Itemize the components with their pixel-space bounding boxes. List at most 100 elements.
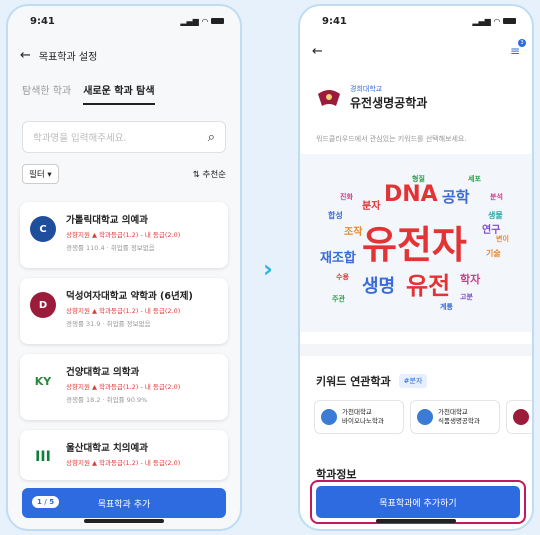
filter-row: 필터 ▾ ⇅ 추천순 [22, 164, 226, 184]
department-card[interactable]: KY 건양대학교 의학과 상향지원 ▲ 학과등급(1.2) - 내 등급(2.0… [20, 354, 228, 420]
wifi-icon: ◠ [493, 16, 500, 26]
competition-info: 경쟁률 31.9 · 취업률 정보없음 [66, 320, 151, 328]
wordcloud-description: 워드클라우드에서 관심있는 키워드를 선택해보세요. [316, 135, 467, 143]
keyword-tag[interactable]: #분자 [398, 374, 428, 388]
search-input[interactable]: 학과명을 입력해주세요. ⌕ [22, 121, 226, 153]
status-bar: 9:41 ▂▄▆ ◠ [8, 6, 240, 36]
cloud-word[interactable]: 조작 [344, 228, 362, 238]
keyword-related-header: 키워드 연관학과 #분자 [316, 373, 428, 389]
department-card[interactable]: C 가톨릭대학교 의예과 상향지원 ▲ 학과등급(1.2) - 내 등급(2.0… [20, 202, 228, 268]
tab-new-explore[interactable]: 새로운 학과 탐색 [83, 82, 155, 105]
department-name: 가톨릭대학교 의예과 [66, 215, 148, 226]
university-logo [321, 409, 337, 425]
university-name: 경희대학교 [350, 85, 383, 93]
cloud-word[interactable]: 유전 [406, 274, 450, 298]
grade-comparison: 상향지원 ▲ 학과등급(1.2) - 내 등급(2.0) [66, 307, 181, 315]
university-logo: KY [30, 368, 56, 394]
cloud-word[interactable]: 주관 [332, 296, 345, 303]
related-university: 가천대학교 [342, 407, 372, 416]
status-time: 9:41 [30, 15, 55, 27]
grade-comparison: 상향지원 ▲ 학과등급(1.2) - 내 등급(2.0) [66, 383, 181, 391]
nav-bar: ← ≡ 3 [312, 39, 526, 59]
related-department-text: 가천대학교 바이오나노학과 [342, 408, 384, 426]
cloud-word[interactable]: 고분 [460, 294, 473, 301]
department-name: 울산대학교 치의예과 [66, 443, 148, 454]
sort-icon: ⇅ [192, 170, 200, 180]
cloud-word[interactable]: 분자 [362, 202, 380, 212]
cloud-word[interactable]: DNA [384, 184, 438, 206]
cloud-word[interactable]: 계통 [440, 304, 453, 311]
department-name: 건양대학교 의학과 [66, 367, 140, 378]
signal-icon: ▂▄▆ [472, 16, 491, 26]
cloud-word[interactable]: 생물 [488, 212, 503, 220]
competition-info: 경쟁률 18.2 · 취업률 90.9% [66, 396, 148, 404]
related-department-card[interactable]: 가천대학교 바이오나노학과 [314, 400, 404, 434]
university-logo: D [30, 292, 56, 318]
cloud-word[interactable]: 형질 [412, 176, 425, 183]
sort-button[interactable]: ⇅ 추천순 [193, 168, 226, 180]
grade-comparison: 상향지원 ▲ 학과등급(1.2) - 내 등급(2.0) [66, 459, 181, 467]
department-card[interactable]: III 울산대학교 치의예과 상향지원 ▲ 학과등급(1.2) - 내 등급(2… [20, 430, 228, 480]
tab-bar: 탐색한 학과 새로운 학과 탐색 [22, 82, 155, 105]
cloud-word[interactable]: 수용 [336, 274, 349, 281]
page-title: 목표학과 설정 [38, 51, 98, 63]
home-indicator [84, 519, 164, 523]
related-department-card[interactable]: 가천대학교 식품생명공학과 [410, 400, 500, 434]
left-phone-screen: 9:41 ▂▄▆ ◠ ← 목표학과 설정 탐색한 학과 새로운 학과 탐색 학과… [6, 4, 242, 531]
cloud-word[interactable]: 변이 [496, 236, 509, 243]
right-phone-screen: 9:41 ▂▄▆ ◠ ← ≡ 3 경희대학교 유전생명공학과 워드클라우드에서 관… [298, 4, 534, 531]
signal-icon: ▂▄▆ [180, 16, 199, 26]
grade-comparison: 상향지원 ▲ 학과등급(1.2) - 내 등급(2.0) [66, 231, 181, 239]
competition-info: 경쟁률 110.4 · 취업률 정보없음 [66, 244, 155, 252]
section-divider [300, 344, 532, 356]
back-arrow-icon[interactable]: ← [312, 44, 323, 59]
university-logo: III [30, 444, 56, 470]
cloud-word[interactable]: 합성 [328, 212, 343, 220]
menu-badge: 3 [518, 39, 526, 47]
cloud-word[interactable]: 세포 [468, 176, 481, 183]
cloud-word[interactable]: 유전자 [362, 226, 467, 264]
add-target-button[interactable]: 1 / 5 목표학과 추가 [22, 488, 226, 518]
tab-explored[interactable]: 탐색한 학과 [22, 82, 71, 105]
department-name: 덕성여자대학교 약학과 (6년제) [66, 291, 193, 302]
cloud-word[interactable]: 기술 [486, 250, 501, 258]
menu-icon[interactable]: ≡ 3 [510, 39, 526, 59]
major-name: 유전생명공학과 [350, 96, 428, 110]
related-university: 가천대학교 [438, 407, 468, 416]
status-time: 9:41 [322, 15, 347, 27]
search-icon[interactable]: ⌕ [208, 130, 215, 145]
university-logo [318, 89, 340, 106]
filter-button[interactable]: 필터 ▾ [22, 164, 59, 184]
cloud-word[interactable]: 재조합 [320, 252, 356, 265]
university-logo: C [30, 216, 56, 242]
chevron-right-icon: › [263, 255, 273, 283]
cloud-word[interactable]: 공학 [442, 190, 470, 205]
related-major: 식품생명공학과 [438, 417, 480, 425]
card-info: 건양대학교 의학과 상향지원 ▲ 학과등급(1.2) - 내 등급(2.0) 경… [66, 364, 180, 420]
card-info: 가톨릭대학교 의예과 상향지원 ▲ 학과등급(1.2) - 내 등급(2.0) … [66, 212, 180, 268]
battery-icon [211, 18, 224, 24]
status-icons: ▂▄▆ ◠ [180, 17, 224, 26]
related-departments: 가천대학교 바이오나노학과 가천대학교 식품생명공학과 [314, 400, 532, 434]
related-department-card[interactable] [506, 400, 532, 434]
wifi-icon: ◠ [201, 16, 208, 26]
cloud-word[interactable]: 생명 [362, 278, 395, 296]
cta-highlight: 목표학과에 추가하기 [310, 480, 526, 524]
word-cloud: 유전자 DNA 공학 유전 생명 재조합 학자 분자 조작 생물 연구 기술 세… [300, 154, 532, 332]
status-icons: ▂▄▆ ◠ [472, 17, 516, 26]
related-major: 바이오나노학과 [342, 417, 384, 425]
nav-bar: ← 목표학과 설정 [8, 44, 240, 66]
back-arrow-icon[interactable]: ← [20, 48, 31, 63]
home-indicator [376, 519, 456, 523]
university-logo [513, 409, 529, 425]
cloud-word[interactable]: 학자 [460, 274, 480, 285]
status-bar: 9:41 ▂▄▆ ◠ [300, 6, 532, 36]
add-target-label: 목표학과 추가 [97, 499, 151, 510]
cloud-word[interactable]: 진화 [340, 194, 353, 201]
department-card[interactable]: D 덕성여자대학교 약학과 (6년제) 상향지원 ▲ 학과등급(1.2) - 내… [20, 278, 228, 344]
page-indicator: 1 / 5 [32, 496, 60, 508]
sort-label: 추천순 [202, 170, 226, 180]
related-department-text: 가천대학교 식품생명공학과 [438, 408, 480, 426]
cloud-word[interactable]: 분석 [490, 194, 503, 201]
add-to-target-button[interactable]: 목표학과에 추가하기 [316, 486, 520, 518]
